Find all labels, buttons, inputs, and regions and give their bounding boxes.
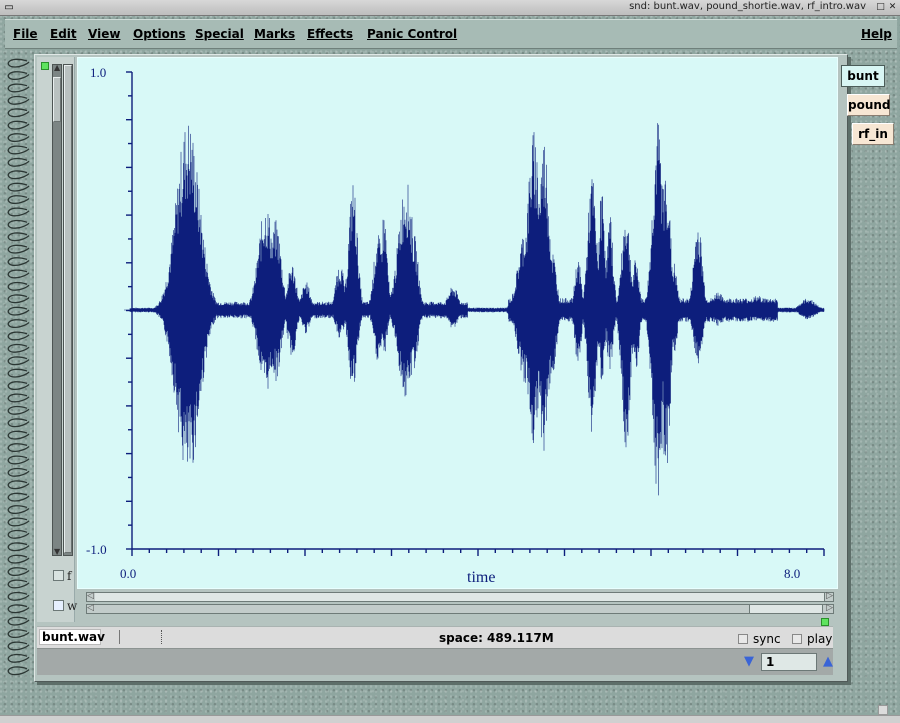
close-icon[interactable]: ✕	[887, 2, 898, 13]
disk-space-label: space: 489.117M	[439, 631, 554, 645]
channel-spinner-field[interactable]: 1	[761, 653, 817, 671]
play-checkbox[interactable]	[792, 634, 802, 644]
status-separator	[119, 630, 120, 644]
waveform-graph[interactable]: 1.0 -1.0 0.0 8.0 time	[77, 57, 838, 589]
x-zoom-thumb[interactable]	[749, 605, 823, 613]
sound-tab-rf-in[interactable]: rf_in	[852, 123, 894, 145]
play-label: play	[807, 632, 833, 646]
sync-label: sync	[753, 632, 781, 646]
minimize-icon[interactable]: □	[875, 2, 886, 13]
sync-checkbox[interactable]	[738, 634, 748, 644]
y-zoom-thumb[interactable]	[53, 77, 61, 122]
y-position-slider[interactable]	[63, 64, 73, 556]
y-zoom-slider[interactable]	[52, 64, 62, 556]
status-separator	[161, 630, 162, 644]
sound-tab-bunt[interactable]: bunt	[841, 65, 885, 87]
menu-options[interactable]: Options	[133, 27, 186, 41]
waveform-trace	[124, 123, 825, 496]
fft-checkbox-label: f	[67, 569, 72, 583]
x-position-scrollbar[interactable]: ◁ ▷	[86, 591, 834, 602]
window-titlebar[interactable]: ▭ snd: bunt.wav, pound_shortie.wav, rf_i…	[0, 0, 900, 16]
waveform-canvas[interactable]: 1.0 -1.0 0.0 8.0 time	[78, 58, 839, 590]
pane-grip-handle[interactable]	[41, 62, 49, 70]
spinner-down-icon[interactable]: ▼	[744, 654, 754, 669]
menubar: File Edit View Options Special Marks Eff…	[5, 19, 897, 49]
menu-special[interactable]: Special	[195, 27, 244, 41]
y-axis-top-label: 1.0	[90, 65, 106, 80]
menu-view[interactable]: View	[88, 27, 120, 41]
wave-checkbox[interactable]	[53, 600, 64, 611]
desktop-resize-icon[interactable]	[878, 705, 888, 715]
menu-help[interactable]: Help	[861, 27, 892, 41]
wave-checkbox-label: w	[67, 599, 78, 613]
scroll-right-icon[interactable]: ▷	[826, 591, 833, 601]
menu-marks[interactable]: Marks	[254, 27, 295, 41]
sound-tab-pound[interactable]: pound	[847, 94, 891, 116]
spinner-up-icon[interactable]: ▲	[823, 654, 833, 669]
x-zoom-scrollbar[interactable]: ◁ ▷	[86, 603, 834, 614]
x-position-thumb[interactable]	[95, 593, 825, 601]
menu-effects[interactable]: Effects	[307, 27, 353, 41]
scroll-up-icon[interactable]: ▲	[54, 64, 60, 72]
x-axis-title: time	[467, 569, 495, 586]
menu-file[interactable]: File	[13, 27, 38, 41]
window-title: snd: bunt.wav, pound_shortie.wav, rf_int…	[629, 1, 866, 12]
x-axis-start-label: 0.0	[120, 566, 136, 581]
spiral-binding-decoration	[7, 58, 30, 676]
zoom-right-icon[interactable]: ▷	[826, 603, 833, 613]
y-position-thumb[interactable]	[64, 65, 72, 553]
fft-checkbox[interactable]	[53, 570, 64, 581]
filename-label: bunt.wav	[39, 629, 105, 645]
status-bar: bunt.wav space: 489.117M sync play	[37, 626, 833, 648]
zoom-left-icon[interactable]: ◁	[87, 603, 94, 613]
menu-edit[interactable]: Edit	[50, 27, 77, 41]
x-axis-end-label: 8.0	[784, 566, 800, 581]
window-menu-icon[interactable]: ▭	[3, 2, 15, 13]
scroll-left-icon[interactable]: ◁	[87, 591, 94, 601]
channel-bottom-row: ▼ 1 ▲	[37, 648, 833, 675]
menu-panic-control[interactable]: Panic Control	[367, 27, 457, 41]
scroll-down-icon[interactable]: ▼	[54, 548, 60, 556]
pane-resize-handle[interactable]	[821, 618, 829, 626]
desktop-bottom-strip	[0, 715, 900, 723]
y-axis-bottom-label: -1.0	[86, 542, 107, 557]
